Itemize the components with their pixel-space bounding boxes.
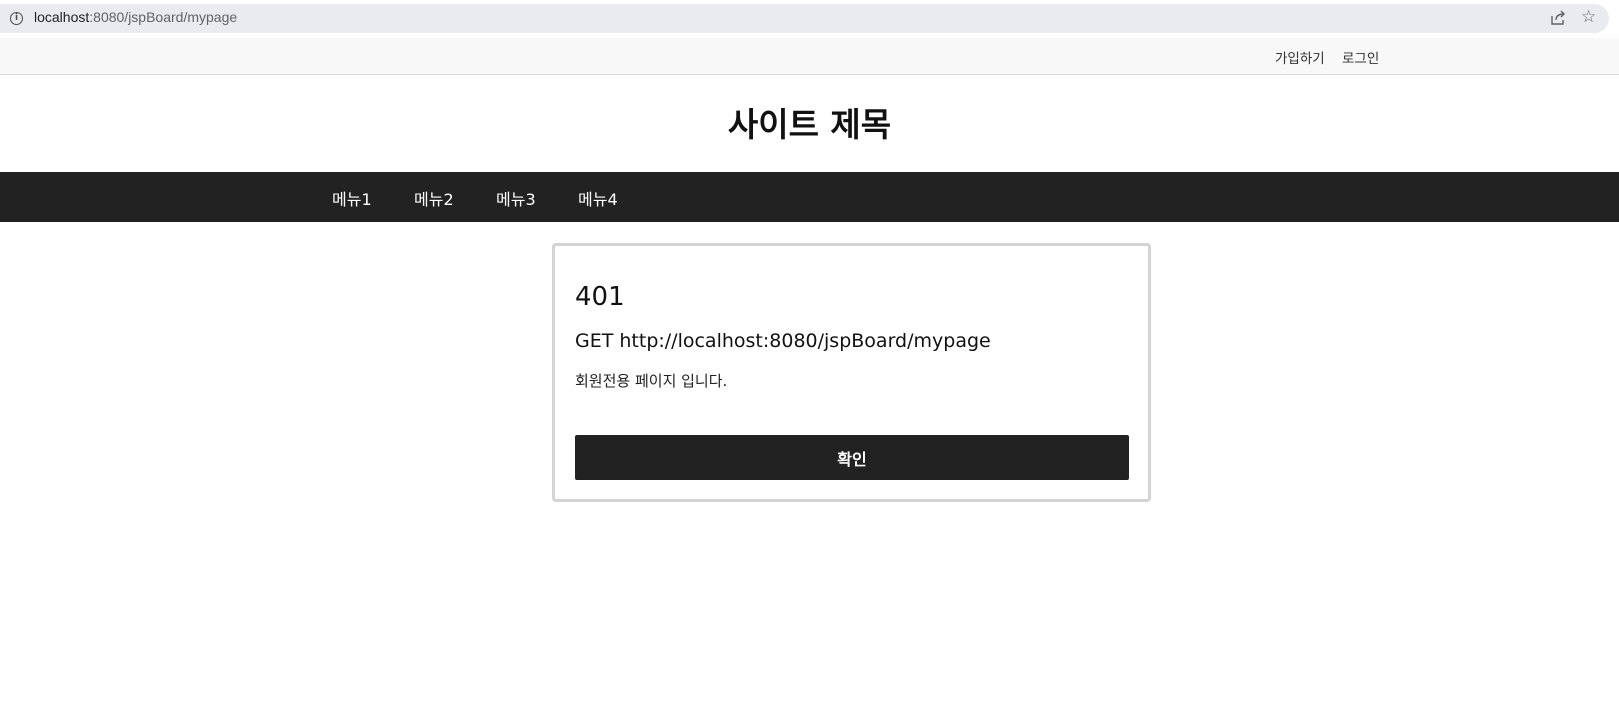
- address-bar[interactable]: i localhost:8080/jspBoard/mypage ☆: [0, 4, 1609, 33]
- nav-item-menu4[interactable]: 메뉴4: [578, 186, 618, 210]
- login-link[interactable]: 로그인: [1342, 47, 1379, 67]
- url-path: :8080/jspBoard/mypage: [89, 9, 238, 25]
- error-card: 401 GET http://localhost:8080/jspBoard/m…: [552, 243, 1151, 502]
- nav-item-menu3[interactable]: 메뉴3: [496, 186, 536, 210]
- nav-item-menu2[interactable]: 메뉴2: [414, 186, 454, 210]
- main-nav: 메뉴1 메뉴2 메뉴3 메뉴4: [0, 172, 1619, 222]
- share-icon[interactable]: [1550, 10, 1566, 26]
- info-icon[interactable]: i: [10, 12, 23, 25]
- browser-toolbar: i localhost:8080/jspBoard/mypage ☆: [0, 0, 1619, 38]
- star-icon[interactable]: ☆: [1581, 8, 1596, 26]
- nav-item-menu1[interactable]: 메뉴1: [332, 186, 372, 210]
- url-text[interactable]: localhost:8080/jspBoard/mypage: [34, 9, 237, 25]
- error-code: 401: [575, 282, 625, 312]
- confirm-button[interactable]: 확인: [575, 435, 1129, 480]
- site-title[interactable]: 사이트 제목: [0, 98, 1619, 146]
- error-request-line: GET http://localhost:8080/jspBoard/mypag…: [575, 330, 991, 352]
- top-utility-bar: 가입하기 로그인: [0, 38, 1619, 75]
- url-host: localhost: [34, 9, 90, 25]
- error-message: 회원전용 페이지 입니다.: [575, 372, 728, 390]
- join-link[interactable]: 가입하기: [1275, 47, 1325, 67]
